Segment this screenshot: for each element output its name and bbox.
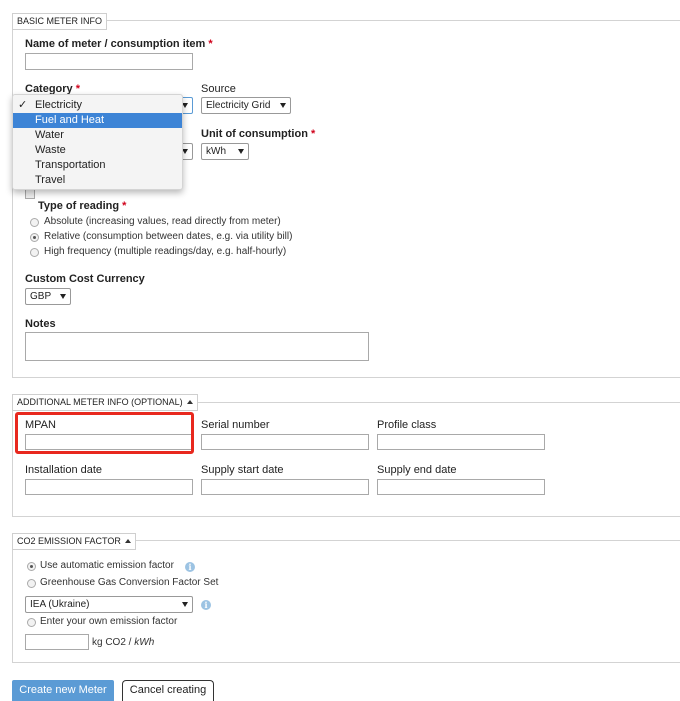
- reading-type-label-text: Type of reading: [38, 200, 120, 212]
- reading-relative-radio[interactable]: [30, 233, 39, 242]
- chevron-up-icon: [124, 539, 131, 543]
- co2-automatic-radio[interactable]: [27, 562, 36, 571]
- required-marker: *: [311, 128, 316, 140]
- profile-class-input[interactable]: [377, 434, 545, 450]
- co2-emission-factor-toggle[interactable]: CO2 EMISSION FACTOR: [12, 533, 136, 550]
- reading-absolute-label: Absolute (increasing values, read direct…: [44, 216, 281, 227]
- currency-select[interactable]: GBP: [25, 288, 71, 305]
- category-option-travel[interactable]: Travel: [13, 173, 182, 188]
- category-option-electricity[interactable]: ✓ Electricity: [13, 98, 182, 113]
- chevron-down-icon: [238, 149, 244, 154]
- category-option-fuel-and-heat[interactable]: Fuel and Heat: [13, 113, 182, 128]
- category-dropdown-menu: ✓ Electricity Fuel and Heat Water Waste T…: [12, 94, 183, 190]
- source-select[interactable]: Electricity Grid: [201, 97, 291, 114]
- installation-date-label: Installation date: [25, 464, 103, 476]
- create-meter-button[interactable]: Create new Meter: [12, 680, 114, 701]
- installation-date-input[interactable]: [25, 479, 193, 495]
- additional-meter-info-toggle[interactable]: ADDITIONAL METER INFO (OPTIONAL): [12, 394, 198, 411]
- unit-select-value: kWh: [206, 146, 226, 157]
- serial-number-label: Serial number: [201, 419, 270, 431]
- chevron-down-icon: [60, 294, 66, 299]
- info-icon[interactable]: i: [201, 600, 211, 610]
- supply-start-date-input[interactable]: [201, 479, 369, 495]
- co2-legend-text: CO2 EMISSION FACTOR: [17, 536, 121, 546]
- reading-high-frequency-label: High frequency (multiple readings/day, e…: [44, 246, 287, 257]
- notes-textarea[interactable]: [25, 332, 369, 361]
- unit-label-text: Unit of consumption: [201, 128, 308, 140]
- option-label: Waste: [35, 144, 66, 156]
- reading-type-label: Type of reading *: [38, 200, 126, 212]
- supply-start-date-label: Supply start date: [201, 464, 284, 476]
- factor-set-select-value: IEA (Ukraine): [30, 599, 90, 610]
- category-option-transportation[interactable]: Transportation: [13, 158, 182, 173]
- required-marker: *: [122, 200, 127, 212]
- option-label: Transportation: [35, 159, 106, 171]
- supply-end-date-label: Supply end date: [377, 464, 457, 476]
- unit-select[interactable]: kWh: [201, 143, 249, 160]
- basic-meter-info-panel: [12, 20, 680, 378]
- emission-factor-unit: kg CO2 / kWh: [92, 637, 154, 648]
- checkbox[interactable]: [25, 189, 35, 199]
- own-emission-factor-input[interactable]: [25, 634, 89, 650]
- emission-unit-prefix: kg CO2 /: [92, 637, 135, 648]
- required-marker: *: [208, 38, 213, 50]
- co2-ghg-set-label: Greenhouse Gas Conversion Factor Set: [40, 577, 219, 588]
- co2-own-factor-radio[interactable]: [27, 618, 36, 627]
- meter-name-input[interactable]: [25, 53, 193, 70]
- currency-label: Custom Cost Currency: [25, 273, 145, 285]
- factor-set-select[interactable]: IEA (Ukraine): [25, 596, 193, 613]
- option-label: Travel: [35, 174, 66, 186]
- co2-ghg-set-radio[interactable]: [27, 579, 36, 588]
- chevron-down-icon: [280, 103, 286, 108]
- emission-unit-kwh: kWh: [134, 637, 155, 648]
- basic-meter-info-legend: BASIC METER INFO: [12, 13, 108, 30]
- mpan-highlight-box: [15, 412, 194, 454]
- notes-label: Notes: [25, 318, 56, 330]
- category-option-waste[interactable]: Waste: [13, 143, 182, 158]
- option-label: Water: [35, 129, 64, 141]
- serial-number-input[interactable]: [201, 434, 369, 450]
- reading-high-frequency-radio[interactable]: [30, 248, 39, 257]
- reading-relative-label: Relative (consumption between dates, e.g…: [44, 231, 293, 242]
- additional-legend-text: ADDITIONAL METER INFO (OPTIONAL): [17, 397, 183, 407]
- reading-absolute-radio[interactable]: [30, 218, 39, 227]
- source-select-value: Electricity Grid: [206, 100, 271, 111]
- checkmark-icon: ✓: [18, 99, 28, 111]
- currency-select-value: GBP: [30, 291, 52, 302]
- chevron-down-icon: [182, 602, 188, 607]
- cancel-creating-button[interactable]: Cancel creating: [122, 680, 214, 701]
- info-icon[interactable]: i: [185, 562, 195, 572]
- chevron-up-icon: [186, 400, 193, 404]
- co2-automatic-label: Use automatic emission factor: [40, 560, 174, 571]
- source-label: Source: [201, 83, 236, 95]
- option-label: Fuel and Heat: [35, 114, 105, 126]
- profile-class-label: Profile class: [377, 419, 437, 431]
- supply-end-date-input[interactable]: [377, 479, 545, 495]
- meter-name-label-text: Name of meter / consumption item: [25, 38, 206, 50]
- meter-name-label: Name of meter / consumption item *: [25, 38, 213, 50]
- category-option-water[interactable]: Water: [13, 128, 182, 143]
- option-label: Electricity: [35, 99, 83, 111]
- co2-own-factor-label: Enter your own emission factor: [40, 616, 178, 627]
- unit-label: Unit of consumption *: [201, 128, 315, 140]
